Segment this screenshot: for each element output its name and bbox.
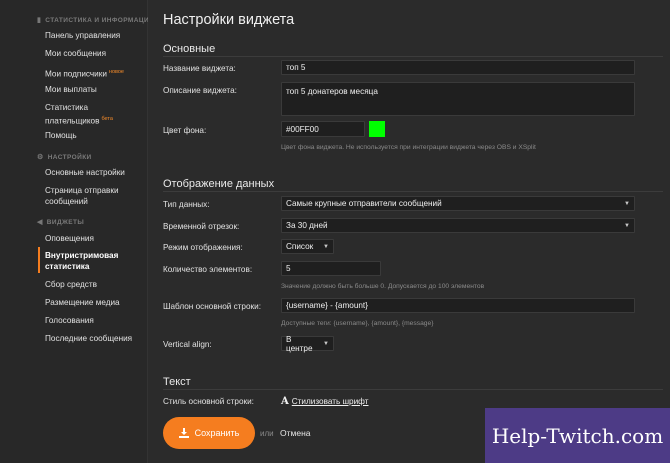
widget-name-label: Название виджета: bbox=[163, 64, 236, 73]
template-label: Шаблон основной строки: bbox=[163, 302, 261, 311]
sidebar-item-last-messages[interactable]: Последние сообщения bbox=[45, 334, 145, 345]
sidebar-item-help[interactable]: Помощь bbox=[45, 131, 145, 142]
sidebar-item-alerts[interactable]: Оповещения bbox=[45, 234, 145, 245]
section-title-text: Текст bbox=[163, 376, 191, 388]
vertical-align-label: Vertical align: bbox=[163, 340, 212, 349]
template-input[interactable]: {username} - {amount} bbox=[281, 298, 635, 313]
sidebar-item-subscribers[interactable]: Мои подписчики новое bbox=[45, 67, 145, 80]
sidebar-item-dashboard[interactable]: Панель управления bbox=[45, 31, 145, 42]
divider bbox=[163, 389, 663, 390]
items-count-label: Количество элементов: bbox=[163, 265, 253, 274]
sidebar-item-payouts[interactable]: Мои выплаты bbox=[45, 85, 145, 96]
chevron-down-icon: ▼ bbox=[323, 340, 329, 347]
save-button[interactable]: Сохранить bbox=[163, 417, 255, 449]
sidebar-section-stats: ▮ СТАТИСТИКА И ИНФОРМАЦИЯ bbox=[37, 16, 155, 25]
vertical-align-select[interactable]: В центре ▼ bbox=[281, 335, 334, 353]
data-type-label: Тип данных: bbox=[163, 200, 210, 209]
font-a-icon: A bbox=[281, 396, 289, 407]
cancel-link[interactable]: Отмена bbox=[280, 428, 311, 438]
data-type-select[interactable]: Самые крупные отправители сообщений ▼ bbox=[281, 196, 635, 211]
bg-color-input[interactable]: #00FF00 bbox=[281, 121, 365, 137]
display-mode-label: Режим отображения: bbox=[163, 243, 243, 252]
divider bbox=[163, 191, 663, 192]
sidebar-item-polls[interactable]: Голосования bbox=[45, 316, 145, 327]
section-title-basic: Основные bbox=[163, 43, 216, 55]
sidebar-item-fundraising[interactable]: Сбор средств bbox=[45, 280, 145, 291]
period-label: Временной отрезок: bbox=[163, 222, 240, 231]
items-count-hint: Значение должно быть больше 0. Допускает… bbox=[281, 283, 485, 290]
display-mode-select[interactable]: Список ▼ bbox=[281, 239, 334, 254]
period-select[interactable]: За 30 дней ▼ bbox=[281, 218, 635, 233]
download-icon bbox=[178, 428, 189, 438]
sidebar-item-main-settings[interactable]: Основные настройки bbox=[45, 168, 145, 179]
bg-color-label: Цвет фона: bbox=[163, 126, 207, 135]
sidebar-item-send-page[interactable]: Страница отправки сообщений bbox=[45, 186, 145, 207]
sidebar-item-messages[interactable]: Мои сообщения bbox=[45, 49, 145, 60]
main-content: Настройки виджета Основные Название видж… bbox=[148, 0, 670, 463]
widget-description-input[interactable]: топ 5 донатеров месяца bbox=[281, 82, 635, 116]
or-text: или bbox=[260, 429, 274, 438]
chevron-down-icon: ▼ bbox=[624, 200, 630, 207]
new-badge: новое bbox=[108, 69, 124, 75]
gear-icon: ⚙ bbox=[37, 154, 44, 161]
sidebar-item-media[interactable]: Размещение медиа bbox=[45, 298, 145, 309]
divider bbox=[163, 56, 663, 57]
widget-name-input[interactable]: топ 5 bbox=[281, 60, 635, 75]
sidebar-section-settings: ⚙ НАСТРОЙКИ bbox=[37, 153, 92, 162]
sidebar: ▮ СТАТИСТИКА И ИНФОРМАЦИЯ Панель управле… bbox=[0, 0, 154, 463]
watermark: Help-Twitch.com bbox=[485, 408, 670, 463]
chevron-down-icon: ▼ bbox=[624, 222, 630, 229]
active-indicator bbox=[38, 247, 40, 273]
style-font-button[interactable]: A Стилизовать шрифт bbox=[281, 396, 369, 407]
color-swatch[interactable] bbox=[369, 121, 385, 137]
megaphone-icon: ◀ bbox=[37, 219, 43, 226]
page-title: Настройки виджета bbox=[163, 12, 295, 28]
beta-badge: бета bbox=[101, 115, 113, 122]
sidebar-item-payer-stats[interactable]: Статистика плательщиков бета bbox=[45, 103, 145, 127]
style-label: Стиль основной строки: bbox=[163, 397, 254, 406]
chevron-down-icon: ▼ bbox=[323, 243, 329, 250]
section-title-display: Отображение данных bbox=[163, 178, 275, 190]
sidebar-item-instream-stats[interactable]: Внутристримовая статистика bbox=[45, 251, 145, 272]
bar-chart-icon: ▮ bbox=[37, 17, 42, 24]
items-count-input[interactable]: 5 bbox=[281, 261, 381, 276]
bg-color-hint: Цвет фона виджета. Не используется при и… bbox=[281, 144, 536, 151]
widget-description-label: Описание виджета: bbox=[163, 86, 237, 95]
template-hint: Доступные теги: {username}, {amount}, {m… bbox=[281, 320, 434, 327]
sidebar-section-widgets: ◀ ВИДЖЕТЫ bbox=[37, 218, 85, 227]
